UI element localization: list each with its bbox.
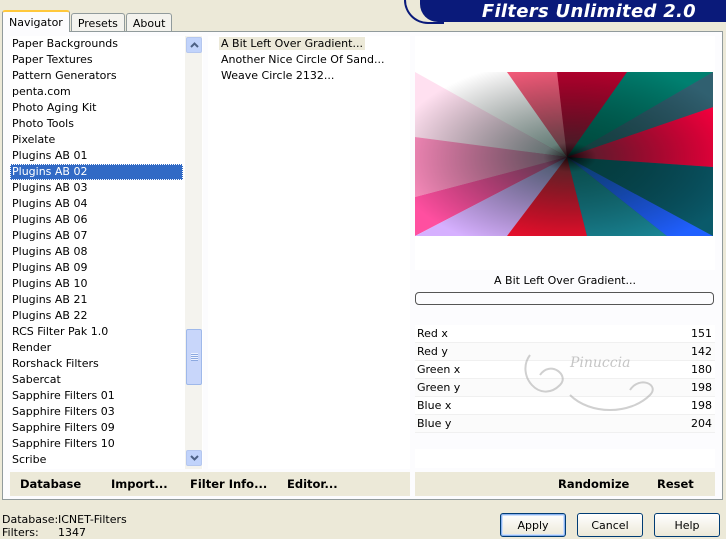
parameter-sliders: Red x 151 Red y 142 Green x 180 Green y 198 Blue…	[415, 325, 715, 435]
category-item[interactable]: Pixelate	[10, 132, 183, 148]
grip-icon	[190, 353, 198, 361]
filters-count-value: 1347	[58, 526, 86, 539]
filter-item[interactable]: A Bit Left Over Gradient...	[208, 36, 410, 52]
parameter-toolbar: Randomize Reset	[415, 472, 715, 496]
category-item[interactable]: Plugins AB 02	[10, 164, 183, 180]
category-item[interactable]: Rorshack Filters	[10, 356, 183, 372]
category-item[interactable]: Sapphire Filters 01	[10, 388, 183, 404]
preview-panel	[415, 36, 715, 270]
tab-about[interactable]: About	[125, 13, 173, 32]
editor-button[interactable]: Editor...	[287, 477, 338, 491]
navigator-toolbar: Database Import... Filter Info... Editor…	[10, 472, 410, 496]
category-item[interactable]: Plugins AB 10	[10, 276, 183, 292]
filter-preview-image	[415, 72, 713, 236]
category-item[interactable]: Render	[10, 340, 183, 356]
parameter-value: 198	[691, 381, 712, 394]
scroll-thumb[interactable]	[186, 329, 202, 385]
parameter-value: 204	[691, 417, 712, 430]
category-item[interactable]: Plugins AB 01	[10, 148, 183, 164]
parameter-name: Blue x	[417, 399, 452, 412]
category-item[interactable]: Paper Backgrounds	[10, 36, 183, 52]
parameter-value: 142	[691, 345, 712, 358]
category-item[interactable]: Plugins AB 06	[10, 212, 183, 228]
database-label: Database:	[2, 513, 59, 526]
category-item[interactable]: RCS Filter Pak 1.0	[10, 324, 183, 340]
filter-item[interactable]: Weave Circle 2132...	[208, 68, 410, 84]
category-item[interactable]: Plugins AB 22	[10, 308, 183, 324]
category-item[interactable]: Photo Tools	[10, 116, 183, 132]
database-button[interactable]: Database	[20, 477, 81, 491]
category-item[interactable]: Plugins AB 09	[10, 260, 183, 276]
apply-button[interactable]: Apply	[500, 513, 566, 537]
filter-item-label: Another Nice Circle Of Sand...	[221, 53, 385, 66]
parameter-row[interactable]: Blue y 204	[415, 415, 715, 433]
title-banner: Filters Unlimited 2.0	[420, 0, 726, 22]
filters-count-label: Filters:	[2, 526, 39, 539]
import-button[interactable]: Import...	[111, 477, 168, 491]
category-item[interactable]: penta.com	[10, 84, 183, 100]
category-item[interactable]: Plugins AB 07	[10, 228, 183, 244]
category-item[interactable]: Plugins AB 04	[10, 196, 183, 212]
cancel-button[interactable]: Cancel	[577, 513, 643, 537]
app-title: Filters Unlimited 2.0	[481, 1, 696, 22]
parameter-spacer	[415, 449, 715, 468]
parameter-value: 180	[691, 363, 712, 376]
chevron-up-icon	[189, 42, 199, 48]
parameter-row[interactable]: Blue x 198	[415, 397, 715, 415]
help-button[interactable]: Help	[654, 513, 720, 537]
category-item[interactable]: Sapphire Filters 09	[10, 420, 183, 436]
scroll-down-button[interactable]	[186, 450, 202, 466]
parameter-row[interactable]: Green x 180	[415, 361, 715, 379]
category-item[interactable]: Plugins AB 21	[10, 292, 183, 308]
preview-filter-name: A Bit Left Over Gradient...	[494, 274, 636, 287]
parameter-name: Green x	[417, 363, 461, 376]
filter-list[interactable]: A Bit Left Over Gradient... Another Nice …	[208, 36, 410, 469]
parameter-row[interactable]: Green y 198	[415, 379, 715, 397]
category-scrollbar[interactable]	[185, 36, 202, 469]
category-item[interactable]: Paper Textures	[10, 52, 183, 68]
filter-info-button[interactable]: Filter Info...	[190, 477, 267, 491]
category-item[interactable]: Plugins AB 08	[10, 244, 183, 260]
tab-presets[interactable]: Presets	[70, 13, 125, 32]
database-value: ICNET-Filters	[58, 513, 127, 526]
reset-button[interactable]: Reset	[657, 477, 694, 491]
category-item[interactable]: Sapphire Filters 10	[10, 436, 183, 452]
parameter-value: 198	[691, 399, 712, 412]
category-list[interactable]: Paper Backgrounds Paper Textures Pattern G…	[10, 36, 203, 469]
category-item[interactable]: Sapphire Filters 03	[10, 404, 183, 420]
filter-item[interactable]: Another Nice Circle Of Sand...	[208, 52, 410, 68]
category-item[interactable]: Plugins AB 03	[10, 180, 183, 196]
tab-bar: Navigator Presets About	[2, 10, 173, 32]
randomize-button[interactable]: Randomize	[558, 477, 629, 491]
scroll-up-button[interactable]	[186, 37, 202, 53]
status-area: Database: ICNET-Filters Filters: 1347	[2, 513, 127, 539]
parameter-name: Blue y	[417, 417, 452, 430]
progress-bar	[415, 292, 714, 305]
tab-navigator[interactable]: Navigator	[2, 10, 70, 32]
parameter-name: Red y	[417, 345, 448, 358]
parameter-row[interactable]: Red y 142	[415, 343, 715, 361]
filter-item-label: Weave Circle 2132...	[221, 69, 335, 82]
chevron-down-icon	[189, 455, 199, 461]
parameter-value: 151	[691, 327, 712, 340]
parameter-name: Green y	[417, 381, 461, 394]
filter-item-label: A Bit Left Over Gradient...	[219, 37, 365, 50]
category-item[interactable]: Scribe	[10, 452, 183, 468]
category-item[interactable]: Sabercat	[10, 372, 183, 388]
category-item[interactable]: Pattern Generators	[10, 68, 183, 84]
parameter-name: Red x	[417, 327, 448, 340]
category-item[interactable]: Photo Aging Kit	[10, 100, 183, 116]
parameter-row[interactable]: Red x 151	[415, 325, 715, 343]
